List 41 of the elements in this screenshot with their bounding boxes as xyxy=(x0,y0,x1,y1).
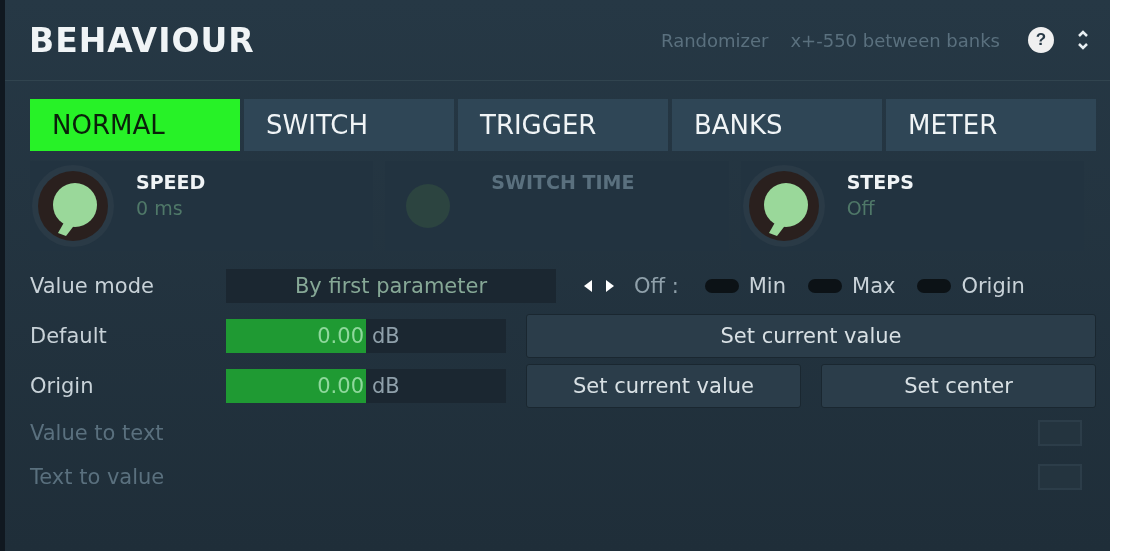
slider-fill[interactable] xyxy=(226,369,366,403)
action-button[interactable]: Set current value xyxy=(526,364,801,408)
mode-tab[interactable]: METER xyxy=(886,99,1096,151)
previous-icon[interactable] xyxy=(582,279,594,293)
mode-tab[interactable]: SWITCH xyxy=(244,99,454,151)
slider-value: 0.00 xyxy=(317,324,364,348)
toggle-label: Origin xyxy=(961,274,1025,298)
knob-value: 0 ms xyxy=(136,197,184,219)
toggle-label: Min xyxy=(748,274,786,298)
panel-title: BEHAVIOUR xyxy=(29,20,255,60)
off-label: Off : xyxy=(634,274,679,298)
toggle-switch[interactable] xyxy=(808,279,842,293)
action-button[interactable]: Set center xyxy=(821,364,1096,408)
knob-label: SPEED xyxy=(136,171,206,193)
slider-unit: dB xyxy=(372,324,400,348)
slider-unit: dB xyxy=(372,374,400,398)
mode-tab[interactable]: TRIGGER xyxy=(458,99,668,151)
knob[interactable] xyxy=(30,163,116,249)
option-label: Value to text xyxy=(30,421,164,445)
slider-fill[interactable] xyxy=(226,319,366,353)
collapse-icon[interactable] xyxy=(1076,28,1090,52)
option-label: Text to value xyxy=(30,465,165,489)
toggle-switch[interactable] xyxy=(704,279,739,293)
mode-tab[interactable]: BANKS xyxy=(672,99,882,151)
slider-value: 0.00 xyxy=(317,374,364,398)
knob-label: STEPS xyxy=(846,171,914,193)
hint-text: x+-550 between banks xyxy=(790,29,1000,51)
value-mode-dropdown[interactable]: By first parameter xyxy=(226,269,556,303)
row-label: Origin xyxy=(30,374,95,398)
knob[interactable] xyxy=(740,163,827,249)
knob-value: Off xyxy=(846,197,876,219)
mode-tab[interactable]: NORMAL xyxy=(30,99,240,151)
toggle-label: Max xyxy=(852,274,896,298)
knob-label: SWITCH TIME xyxy=(491,171,635,193)
row-label: Default xyxy=(30,324,108,348)
hint-text: Randomizer xyxy=(661,29,769,51)
next-icon[interactable] xyxy=(604,279,616,293)
row-label: Value mode xyxy=(30,274,155,298)
action-button[interactable]: Set current value xyxy=(526,314,1096,358)
toggle-switch[interactable] xyxy=(917,279,952,293)
help-button[interactable]: ? xyxy=(1028,27,1054,53)
